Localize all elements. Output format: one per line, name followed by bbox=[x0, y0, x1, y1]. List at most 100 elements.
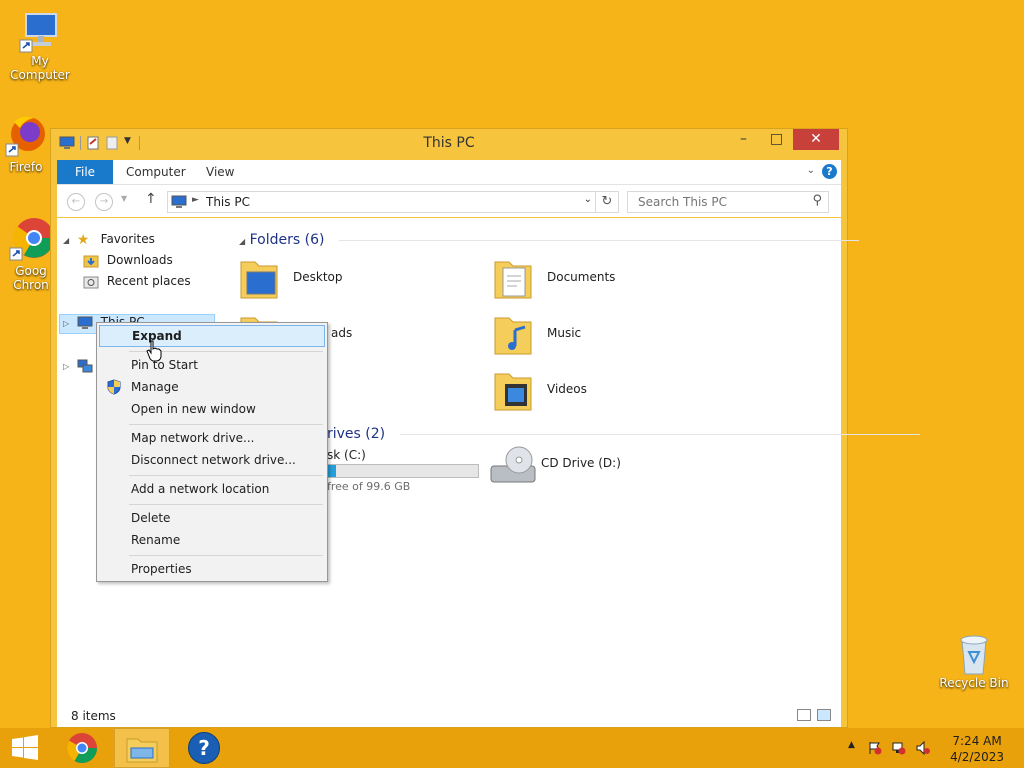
computer-small-icon bbox=[171, 195, 187, 208]
folder-name: Desktop bbox=[293, 270, 343, 284]
firefox-icon bbox=[5, 116, 45, 157]
close-button[interactable]: ✕ bbox=[793, 129, 839, 150]
tab-computer[interactable]: Computer bbox=[113, 160, 199, 184]
folder-name: ads bbox=[331, 326, 353, 340]
clock-date: 4/2/2023 bbox=[950, 750, 1004, 764]
folder-desktop[interactable]: Desktop bbox=[239, 254, 479, 306]
help-icon[interactable]: ? bbox=[822, 164, 837, 179]
nav-label: Recent places bbox=[106, 274, 191, 288]
menu-separator bbox=[129, 504, 323, 505]
status-bar: 8 items bbox=[57, 705, 841, 727]
desktop-icon-label: My Computer bbox=[10, 54, 70, 82]
drive-usage-fill bbox=[328, 465, 336, 477]
nav-network[interactable]: ▷ bbox=[63, 358, 97, 373]
folder-music[interactable]: Music bbox=[493, 310, 733, 362]
menu-item-open-in-new-window[interactable]: Open in new window bbox=[99, 398, 325, 420]
collapse-triangle-icon[interactable]: ◢ bbox=[239, 237, 245, 246]
taskbar-file-explorer-button[interactable] bbox=[114, 728, 170, 768]
network-icon bbox=[77, 359, 93, 372]
expand-triangle-icon[interactable]: ▷ bbox=[63, 319, 73, 328]
title-bar[interactable]: ▼ This PC – □ ✕ bbox=[51, 129, 847, 159]
address-dropdown-icon[interactable]: ⌄ bbox=[584, 194, 592, 205]
videos-folder-icon bbox=[494, 373, 532, 411]
tab-view[interactable]: View bbox=[193, 160, 247, 184]
desktop-icon-my-computer[interactable]: My Computer bbox=[0, 10, 80, 82]
item-count: 8 items bbox=[71, 709, 116, 723]
breadcrumb-separator-icon[interactable]: ► bbox=[192, 195, 199, 205]
group-title: rives (2) bbox=[327, 426, 386, 442]
music-folder-icon bbox=[494, 317, 532, 355]
drive-name: CD Drive (D:) bbox=[541, 456, 621, 470]
menu-item-disconnect-network-drive[interactable]: Disconnect network drive... bbox=[99, 449, 325, 471]
taskbar-help-button[interactable]: ? bbox=[180, 728, 230, 768]
folders-group-header[interactable]: ◢ Folders (6) bbox=[239, 232, 859, 248]
desktop-icon-label: Recycle Bin bbox=[939, 676, 1009, 690]
start-button[interactable] bbox=[0, 728, 50, 768]
nav-recent-places[interactable]: Recent places bbox=[83, 274, 191, 289]
large-icons-view-icon[interactable] bbox=[817, 709, 831, 721]
menu-item-pin-to-start[interactable]: Pin to Start bbox=[99, 354, 325, 376]
collapse-triangle-icon[interactable]: ◢ bbox=[63, 236, 73, 245]
menu-item-delete[interactable]: Delete bbox=[99, 507, 325, 529]
chrome-icon bbox=[9, 218, 54, 261]
action-center-flag-icon[interactable] bbox=[868, 741, 882, 755]
menu-separator bbox=[129, 555, 323, 556]
menu-item-expand[interactable]: Expand bbox=[99, 325, 325, 347]
desktop-folder-icon bbox=[240, 261, 278, 299]
desktop-icon-label: Firefo bbox=[9, 160, 43, 174]
recent-places-icon bbox=[83, 276, 99, 288]
folder-name: Documents bbox=[547, 270, 616, 284]
nav-favorites[interactable]: ◢ ★ Favorites bbox=[63, 232, 155, 247]
taskbar: ? ▲ 7:24 AM 4/2/2023 bbox=[0, 728, 1024, 768]
show-hidden-icons-chevron-icon[interactable]: ▲ bbox=[848, 740, 855, 750]
menu-separator bbox=[129, 424, 323, 425]
search-input[interactable] bbox=[636, 194, 810, 210]
folder-videos[interactable]: Videos bbox=[493, 366, 733, 418]
expand-ribbon-chevron-icon[interactable]: ⌄ bbox=[807, 165, 815, 176]
search-box[interactable]: ⚲ bbox=[627, 191, 829, 213]
menu-item-manage[interactable]: Manage bbox=[99, 376, 325, 398]
address-bar[interactable]: ► This PC ⌄ ↻ bbox=[167, 191, 619, 213]
drive-cd-d[interactable]: CD Drive (D:) bbox=[489, 440, 729, 492]
computer-small-icon bbox=[77, 316, 93, 329]
volume-muted-icon[interactable] bbox=[916, 741, 930, 755]
recent-locations-chevron-icon[interactable]: ▼ bbox=[121, 194, 127, 203]
nav-label: Downloads bbox=[106, 253, 173, 267]
desktop-icon-firefox[interactable]: Firefo bbox=[0, 112, 52, 174]
group-title: Folders (6) bbox=[249, 232, 325, 248]
desktop-icon-label: Goog Chron bbox=[13, 264, 49, 292]
menu-item-add-network-location[interactable]: Add a network location bbox=[99, 478, 325, 500]
shield-icon bbox=[107, 379, 121, 395]
folder-documents[interactable]: Documents bbox=[493, 254, 733, 306]
maximize-button[interactable]: □ bbox=[760, 129, 793, 150]
address-text: This PC bbox=[206, 195, 250, 209]
minimize-button[interactable]: – bbox=[727, 129, 760, 150]
details-view-icon[interactable] bbox=[797, 709, 811, 721]
search-icon[interactable]: ⚲ bbox=[812, 193, 822, 208]
view-switcher bbox=[797, 709, 831, 721]
menu-item-rename[interactable]: Rename bbox=[99, 529, 325, 551]
network-status-icon[interactable] bbox=[892, 741, 906, 755]
drive-local-disk-c[interactable]: sk (C:) free of 99.6 GB bbox=[327, 448, 487, 493]
menu-item-map-network-drive[interactable]: Map network drive... bbox=[99, 427, 325, 449]
forward-button[interactable]: → bbox=[95, 193, 113, 211]
system-tray: ▲ 7:24 AM 4/2/2023 bbox=[844, 728, 1024, 768]
help-icon: ? bbox=[188, 732, 220, 764]
up-arrow-icon[interactable]: ↑ bbox=[145, 191, 157, 207]
navigation-bar: ← → ▼ ↑ ► This PC ⌄ ↻ ⚲ bbox=[57, 185, 841, 217]
system-clock[interactable]: 7:24 AM 4/2/2023 bbox=[950, 733, 1004, 765]
desktop-icon-recycle-bin[interactable]: Recycle Bin bbox=[934, 632, 1014, 690]
menu-item-properties[interactable]: Properties bbox=[99, 558, 325, 580]
drive-free-space: free of 99.6 GB bbox=[327, 480, 411, 493]
expand-triangle-icon[interactable]: ▷ bbox=[63, 362, 73, 371]
folder-name: Music bbox=[547, 326, 582, 340]
back-button[interactable]: ← bbox=[67, 193, 85, 211]
taskbar-chrome-button[interactable] bbox=[58, 728, 108, 768]
nav-downloads[interactable]: Downloads bbox=[83, 253, 173, 268]
tab-file[interactable]: File bbox=[57, 160, 113, 184]
refresh-icon[interactable]: ↻ bbox=[595, 192, 618, 212]
cd-drive-icon bbox=[490, 446, 536, 483]
menu-item-label: Manage bbox=[131, 380, 179, 394]
drive-usage-bar bbox=[327, 464, 479, 478]
documents-folder-icon bbox=[494, 261, 532, 299]
